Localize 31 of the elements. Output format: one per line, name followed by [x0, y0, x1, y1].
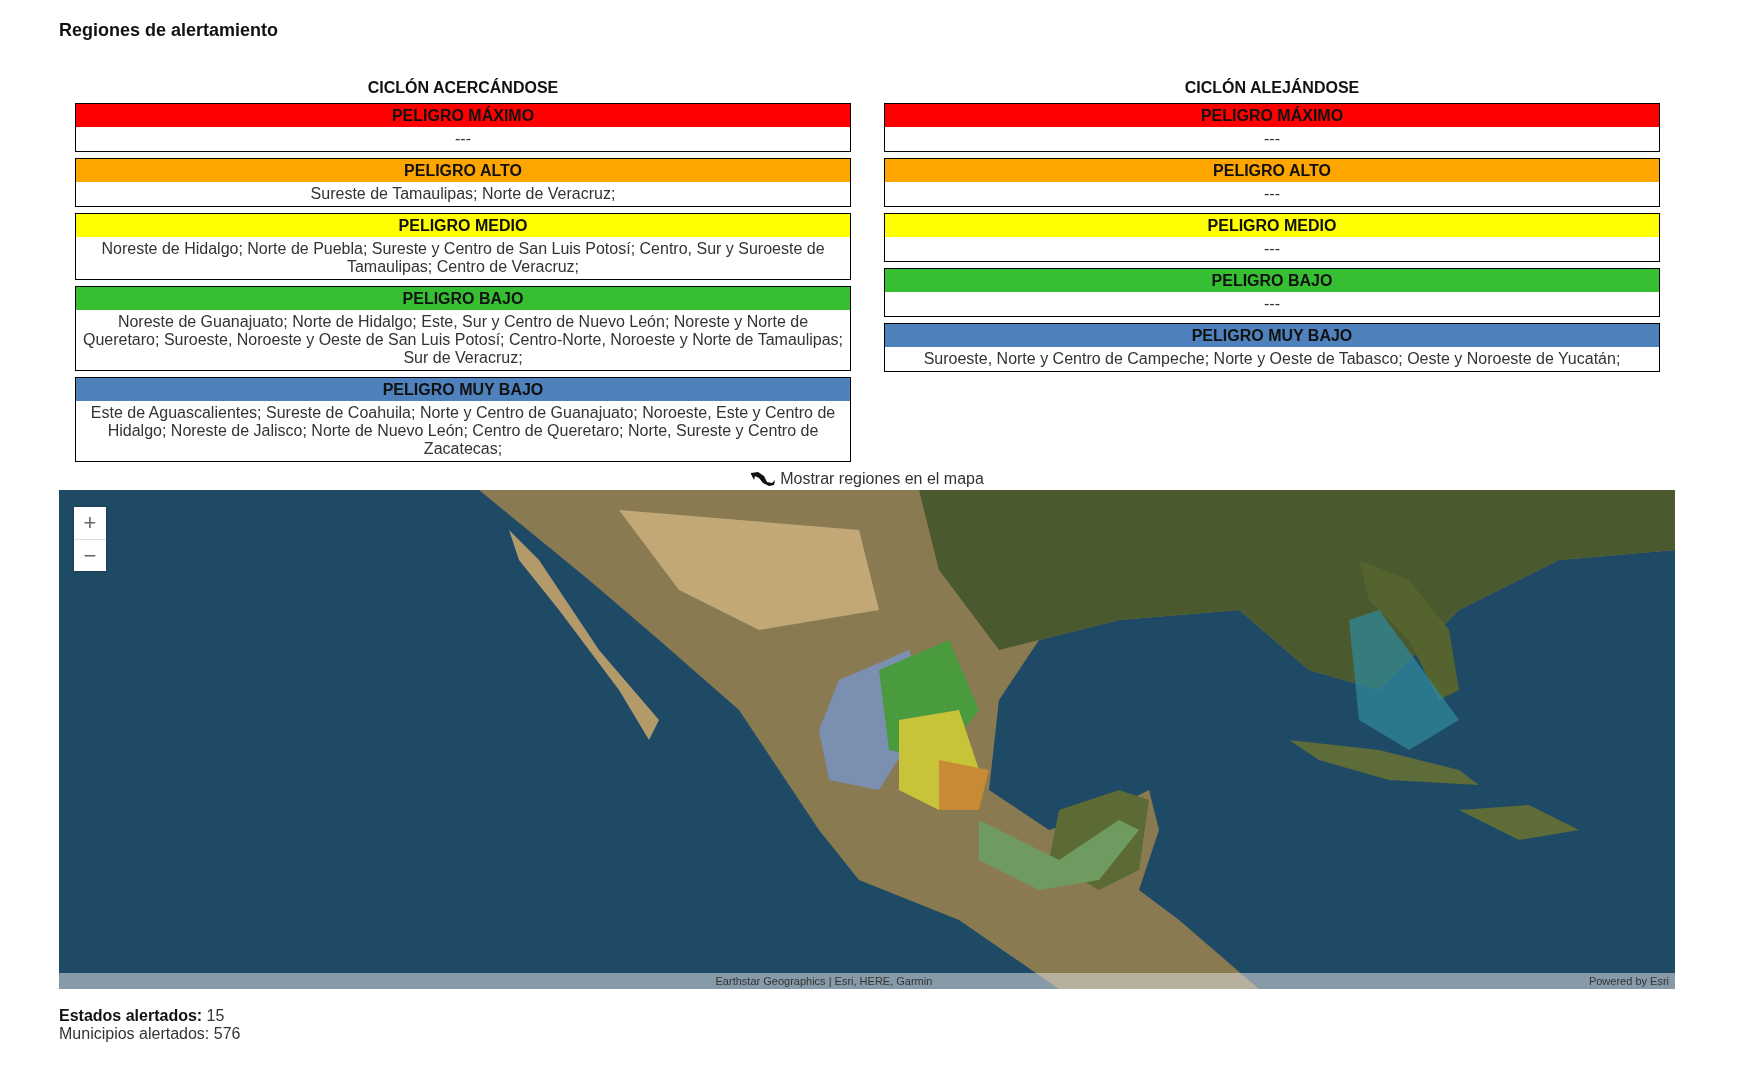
level-header: PELIGRO MEDIO [76, 214, 850, 237]
level-header: PELIGRO BAJO [76, 287, 850, 310]
level-header: PELIGRO MUY BAJO [885, 324, 1659, 347]
level-header: PELIGRO MÁXIMO [885, 104, 1659, 127]
mexico-map-icon [750, 471, 777, 487]
stat-line: Municipios alertados: 576 [59, 1025, 242, 1043]
panel-heading: CICLÓN ACERCÁNDOSE [366, 79, 560, 97]
map-attribution: Earthstar Geographics | Esri, HERE, Garmin [715, 975, 933, 987]
show-regions-link[interactable]: Mostrar regiones en el mapa [780, 470, 984, 488]
level-header: PELIGRO MEDIO [885, 214, 1659, 237]
level-header: PELIGRO ALTO [76, 159, 850, 182]
zoom-out-button[interactable]: − [74, 539, 106, 571]
region-list: --- [885, 292, 1659, 316]
page-title: Regiones de alertamiento [59, 20, 280, 41]
zoom-in-button[interactable]: + [74, 507, 106, 539]
region-list: --- [885, 182, 1659, 206]
region-list: --- [885, 127, 1659, 151]
region-list: Sureste de Tamaulipas; Norte de Veracruz; [76, 182, 850, 206]
region-list: Noreste de Hidalgo; Norte de Puebla; Sureste y Centro de San Luis Potosí; Centro, Sur y Suroeste de Tamaulipas; Centro de Veracruz; [76, 237, 850, 279]
powered-by-text: Powered by Esri [1588, 975, 1670, 987]
region-list: Este de Aguascalientes; Sureste de Coahuila; Norte y Centro de Guanajuato; Noroeste, Este y Centro de Hidalgo; Noreste de Jalisco; Norte de Nuevo León; Centro de Queretaro; Norte, Sureste y Centro de Zacatecas; [76, 401, 850, 461]
level-header: PELIGRO MÁXIMO [76, 104, 850, 127]
region-list: Suroeste, Norte y Centro de Campeche; Norte y Oeste de Tabasco; Oeste y Noroeste de Yucatán; [885, 347, 1659, 371]
level-header: PELIGRO MUY BAJO [76, 378, 850, 401]
level-header: PELIGRO ALTO [885, 159, 1659, 182]
region-list: --- [885, 237, 1659, 261]
region-list: --- [76, 127, 850, 151]
level-header: PELIGRO BAJO [885, 269, 1659, 292]
stat-line: Estados alertados: 15 [59, 1007, 226, 1025]
region-list: Noreste de Guanajuato; Norte de Hidalgo; Este, Sur y Centro de Nuevo León; Noreste y Norte de Queretaro; Suroeste, Noroeste y Oeste de San Luis Potosí; Centro-Norte, Noroeste y Norte de Tamaulipas; Sur de Veracruz; [76, 310, 850, 370]
panel-heading: CICLÓN ALEJÁNDOSE [1183, 79, 1361, 97]
